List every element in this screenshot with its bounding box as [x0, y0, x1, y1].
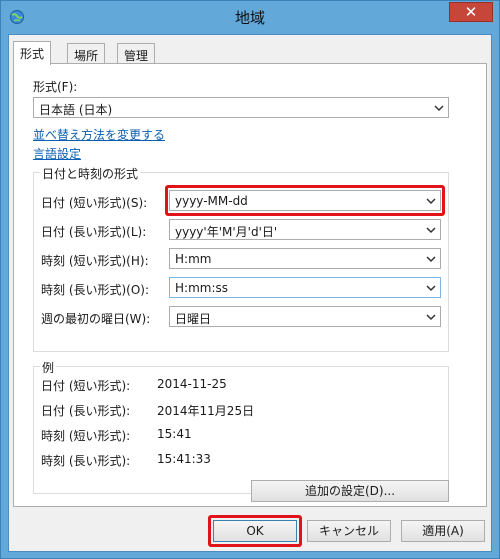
chevron-down-icon	[426, 227, 436, 234]
short-time-label: 時刻 (短い形式)(H):	[41, 254, 149, 268]
chevron-down-icon	[426, 314, 436, 321]
title-bar[interactable]: 地域 ✕	[1, 1, 499, 34]
tab-format[interactable]: 形式	[13, 41, 52, 65]
example-short-time-label: 時刻 (短い形式):	[41, 429, 131, 443]
format-label: 形式(F):	[33, 80, 78, 94]
example-long-time-value: 15:41:33	[157, 452, 211, 466]
long-date-select[interactable]: yyyy'年'M'月'd'日'	[169, 219, 441, 240]
short-date-label: 日付 (短い形式)(S):	[41, 196, 148, 210]
long-time-select[interactable]: H:mm:ss	[169, 277, 441, 298]
example-short-date-label: 日付 (短い形式):	[41, 379, 131, 393]
format-tab-panel: 形式(F): 日本語 (日本) 並べ替え方法を変更する 言語設定 日付と時刻の形…	[13, 63, 487, 507]
dialog-client-area: 形式 場所 管理 形式(F): 日本語 (日本) 並べ替え方法を変更する 言語設…	[8, 34, 492, 552]
short-date-highlight	[165, 185, 445, 216]
examples-group-title: 例	[40, 359, 57, 376]
tab-location[interactable]: 場所	[67, 43, 106, 64]
example-short-time-value: 15:41	[157, 427, 192, 441]
change-sort-link[interactable]: 並べ替え方法を変更する	[33, 126, 165, 143]
region-dialog: 地域 ✕ 形式 場所 管理 形式(F): 日本語 (日本) 並べ替え方法を変更す…	[0, 0, 500, 559]
example-long-date-label: 日付 (長い形式):	[41, 404, 131, 418]
short-time-value: H:mm	[175, 252, 212, 266]
example-long-date-value: 2014年11月25日	[157, 404, 255, 418]
long-time-value: H:mm:ss	[175, 281, 228, 295]
example-short-date-value: 2014-11-25	[157, 377, 227, 391]
additional-settings-button[interactable]: 追加の設定(D)...	[251, 480, 449, 502]
chevron-down-icon	[426, 256, 436, 263]
chevron-down-icon	[426, 285, 436, 292]
long-time-label: 時刻 (長い形式)(O):	[41, 283, 150, 297]
chevron-down-icon	[434, 105, 444, 112]
long-date-value: yyyy'年'M'月'd'日'	[175, 225, 278, 239]
format-select[interactable]: 日本語 (日本)	[33, 97, 449, 118]
example-long-time-label: 時刻 (長い形式):	[41, 454, 131, 468]
format-select-value: 日本語 (日本)	[39, 103, 113, 117]
first-day-select[interactable]: 日曜日	[169, 306, 441, 327]
close-button[interactable]: ✕	[449, 2, 493, 22]
apply-button[interactable]: 適用(A)	[401, 520, 485, 542]
long-date-label: 日付 (長い形式)(L):	[41, 225, 147, 239]
close-icon: ✕	[464, 3, 478, 21]
datetime-group-title: 日付と時刻の形式	[40, 165, 141, 182]
window-title: 地域	[234, 9, 265, 27]
first-day-value: 日曜日	[175, 312, 212, 326]
tab-administrative[interactable]: 管理	[117, 43, 156, 64]
language-settings-link[interactable]: 言語設定	[33, 145, 81, 162]
short-time-select[interactable]: H:mm	[169, 248, 441, 269]
cancel-button[interactable]: キャンセル	[307, 520, 391, 542]
first-day-label: 週の最初の曜日(W):	[41, 312, 151, 326]
ok-button[interactable]: OK	[213, 520, 297, 542]
